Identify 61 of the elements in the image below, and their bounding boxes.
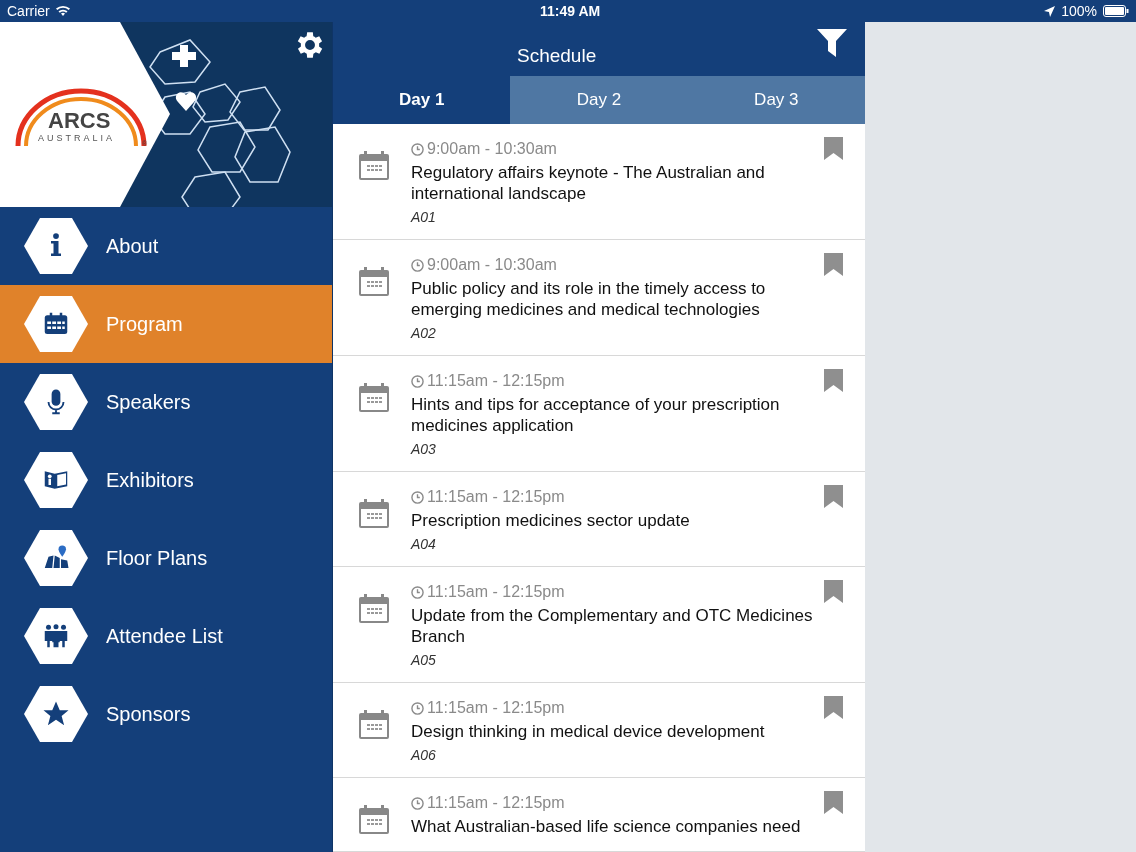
session-time: 11:15am - 12:15pm — [427, 372, 565, 390]
session-time: 11:15am - 12:15pm — [427, 794, 565, 812]
bookmark-icon[interactable] — [824, 485, 843, 508]
session-code: A06 — [411, 747, 437, 763]
session-code: A04 — [411, 536, 437, 552]
session-time: 9:00am - 10:30am — [427, 140, 557, 158]
session-time: 11:15am - 12:15pm — [427, 488, 565, 506]
menu-label: About — [106, 234, 159, 259]
location-arrow-icon — [1044, 5, 1056, 17]
calendar-icon — [358, 150, 390, 182]
session-time: 11:15am - 12:15pm — [427, 699, 565, 717]
menu-label: Attendee List — [106, 624, 223, 649]
clock-label: 11:49 AM — [540, 1, 601, 21]
battery-label: 100% — [1061, 1, 1097, 21]
session-title: Design thinking in medical device development — [411, 721, 765, 742]
day-tab[interactable]: Day 2 — [510, 76, 688, 124]
calendar-icon — [358, 382, 390, 414]
calendar-icon — [358, 266, 390, 298]
menu-label: Exhibitors — [106, 468, 194, 493]
clock-icon — [411, 374, 424, 388]
logo-title: ARCS — [48, 110, 111, 132]
session-title: Hints and tips for acceptance of your prescription medicines application — [411, 394, 781, 436]
filter-icon[interactable] — [817, 29, 847, 57]
wifi-icon — [54, 5, 71, 17]
session-title: Regulatory affairs keynote - The Australian and international landscape — [411, 162, 766, 204]
carrier-label: Carrier — [7, 1, 50, 21]
calendar-icon — [358, 804, 390, 836]
menu-label: Program — [106, 312, 183, 337]
calendar-icon — [358, 709, 390, 741]
session-code: A03 — [411, 441, 437, 457]
clock-icon — [411, 142, 424, 156]
menu-label: Sponsors — [106, 702, 191, 727]
clock-icon — [411, 258, 424, 272]
day-tab[interactable]: Day 3 — [687, 76, 865, 124]
battery-icon — [1103, 5, 1129, 17]
menu-label: Floor Plans — [106, 546, 208, 571]
session-title: Prescription medicines sector update — [411, 510, 690, 531]
bookmark-icon[interactable] — [824, 137, 843, 160]
bookmark-icon[interactable] — [824, 791, 843, 814]
bookmark-icon[interactable] — [824, 580, 843, 603]
bookmark-icon[interactable] — [824, 253, 843, 276]
menu-label: Speakers — [106, 390, 191, 415]
session-title: Update from the Complementary and OTC Medicines Branch — [411, 605, 814, 647]
session-time: 11:15am - 12:15pm — [427, 583, 565, 601]
session-code: A02 — [411, 325, 437, 341]
screen-title: Schedule — [517, 44, 597, 68]
day-tab[interactable]: Day 1 — [333, 76, 511, 124]
bookmark-icon[interactable] — [824, 696, 843, 719]
bookmark-icon[interactable] — [824, 369, 843, 392]
clock-icon — [411, 701, 424, 715]
session-code: A01 — [411, 209, 437, 225]
clock-icon — [411, 796, 424, 810]
session-time: 9:00am - 10:30am — [427, 256, 557, 274]
calendar-icon — [358, 593, 390, 625]
calendar-icon — [358, 498, 390, 530]
clock-icon — [411, 490, 424, 504]
session-code: A05 — [411, 652, 437, 668]
session-title: What Australian-based life science companies need — [411, 816, 801, 837]
clock-icon — [411, 585, 424, 599]
logo-subtitle: AUSTRALIA — [38, 134, 115, 143]
session-title: Public policy and its role in the timely access to emerging medicines and medical technologies — [411, 278, 767, 320]
